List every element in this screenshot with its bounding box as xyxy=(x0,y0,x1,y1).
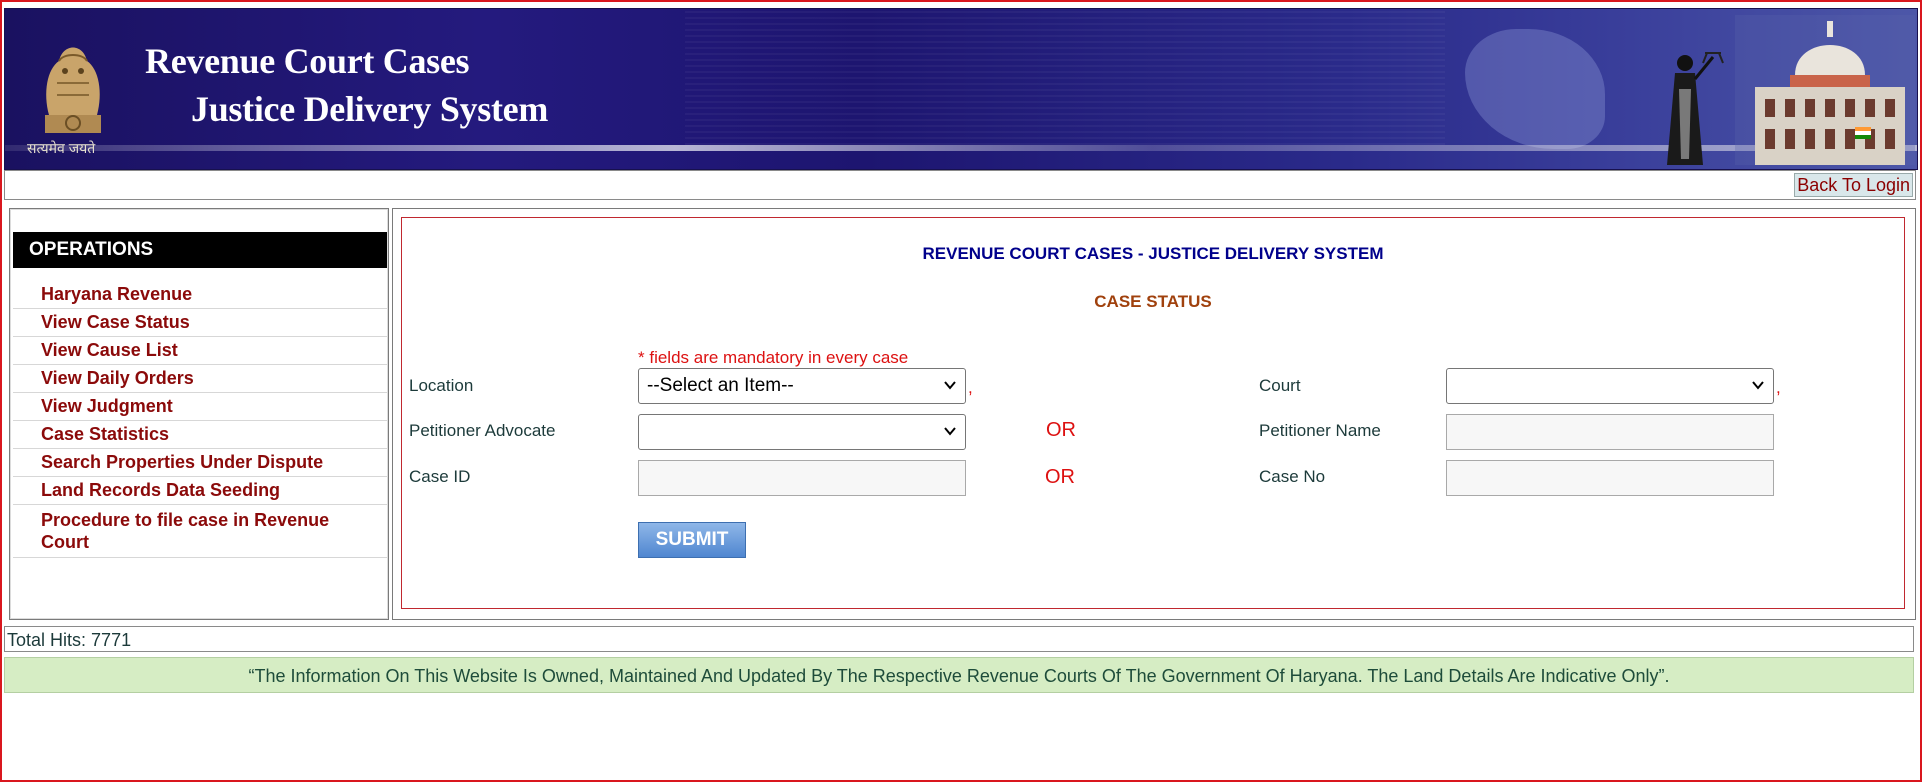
sidebar-item-land-records-seeding[interactable]: Land Records Data Seeding xyxy=(13,477,387,505)
location-select-value: --Select an Item-- xyxy=(647,375,794,396)
top-bar: Back To Login xyxy=(4,170,1916,200)
sidebar-item-search-properties[interactable]: Search Properties Under Dispute xyxy=(13,449,387,477)
total-hits-value: 7771 xyxy=(91,630,132,650)
sidebar-item-view-cause-list[interactable]: View Cause List xyxy=(13,337,387,365)
sidebar-item-procedure-file-case[interactable]: Procedure to file case in Revenue Court xyxy=(13,505,387,558)
submit-button[interactable]: SUBMIT xyxy=(638,522,746,558)
india-map-graphic xyxy=(1465,29,1605,149)
sidebar-item-view-case-status[interactable]: View Case Status xyxy=(13,309,387,337)
sidebar-menu: Haryana Revenue View Case Status View Ca… xyxy=(13,281,387,558)
system-title: REVENUE COURT CASES - JUSTICE DELIVERY S… xyxy=(922,244,1384,263)
petitioner-name-input[interactable] xyxy=(1446,414,1774,450)
or-separator: OR xyxy=(1045,466,1075,488)
site-title-line1: Revenue Court Cases xyxy=(145,41,470,81)
location-label: Location xyxy=(409,376,474,395)
mandatory-asterisk: * xyxy=(638,348,645,367)
site-title: Revenue Court Cases Justice Delivery Sys… xyxy=(145,37,548,133)
petitioner-name-label: Petitioner Name xyxy=(1259,421,1381,440)
emblem-caption: सत्यमेव जयते xyxy=(27,140,96,156)
required-marker: , xyxy=(968,378,973,397)
back-to-login-button[interactable]: Back To Login xyxy=(1794,173,1913,197)
banner-texture xyxy=(685,9,1445,145)
header-banner: सत्यमेव जयते Revenue Court Cases Justice… xyxy=(4,8,1918,170)
or-separator: OR xyxy=(1046,419,1076,441)
location-select[interactable]: --Select an Item-- xyxy=(638,368,966,404)
petitioner-advocate-select[interactable] xyxy=(638,414,966,450)
total-hits: Total Hits: 7771 xyxy=(4,626,1914,652)
required-marker: , xyxy=(1776,378,1781,397)
justice-statue-icon xyxy=(1667,52,1724,165)
petitioner-advocate-label: Petitioner Advocate xyxy=(409,421,556,440)
sidebar-item-haryana-revenue[interactable]: Haryana Revenue xyxy=(13,281,387,309)
page-title: CASE STATUS xyxy=(1094,292,1212,311)
case-id-input[interactable] xyxy=(638,460,966,496)
mandatory-note-text: fields are mandatory in every case xyxy=(644,348,909,367)
main-container: REVENUE COURT CASES - JUSTICE DELIVERY S… xyxy=(392,208,1916,620)
mandatory-note: * fields are mandatory in every case xyxy=(638,348,908,368)
court-building-icon xyxy=(1735,15,1915,165)
sidebar-item-view-daily-orders[interactable]: View Daily Orders xyxy=(13,365,387,393)
sidebar-item-case-statistics[interactable]: Case Statistics xyxy=(13,421,387,449)
site-title-line2: Justice Delivery System xyxy=(191,89,549,129)
national-emblem-icon xyxy=(45,47,101,133)
chevron-down-icon xyxy=(944,381,956,390)
case-id-label: Case ID xyxy=(409,467,471,486)
court-label: Court xyxy=(1259,376,1301,395)
sidebar-item-view-judgment[interactable]: View Judgment xyxy=(13,393,387,421)
case-status-panel: REVENUE COURT CASES - JUSTICE DELIVERY S… xyxy=(401,217,1905,609)
disclaimer-banner: “The Information On This Website Is Owne… xyxy=(4,657,1914,693)
banner-stripe xyxy=(5,145,1917,151)
sidebar: OPERATIONS Haryana Revenue View Case Sta… xyxy=(9,208,389,620)
court-select[interactable] xyxy=(1446,368,1774,404)
case-no-input[interactable] xyxy=(1446,460,1774,496)
sidebar-title: OPERATIONS xyxy=(13,232,387,268)
case-no-label: Case No xyxy=(1259,467,1326,486)
chevron-down-icon xyxy=(1752,381,1764,390)
total-hits-label: Total Hits: xyxy=(7,630,87,650)
chevron-down-icon xyxy=(944,427,956,436)
